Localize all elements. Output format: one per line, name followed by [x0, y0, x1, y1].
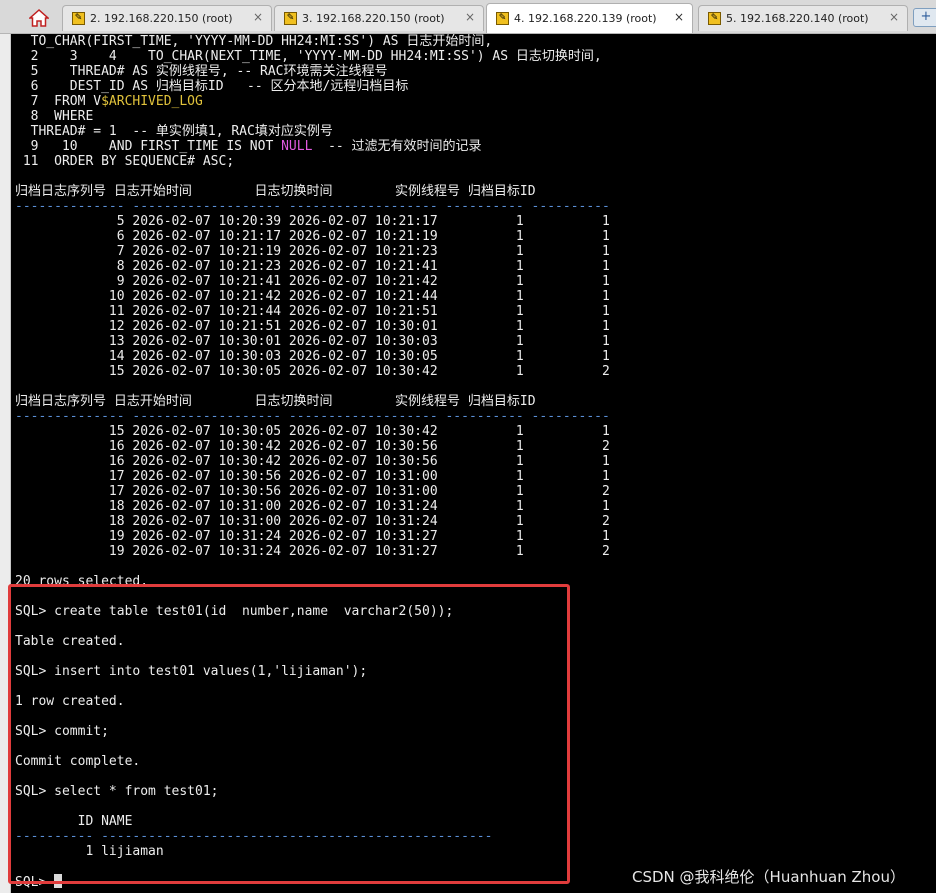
result-separator: -------------- ------------------- -----… — [15, 199, 610, 214]
view-name: $ARCHIVED_LOG — [101, 94, 203, 109]
close-icon[interactable]: × — [674, 10, 684, 24]
sql-prompt[interactable]: SQL> — [15, 874, 63, 890]
prompt-text: SQL> — [15, 875, 55, 890]
terminal-output[interactable]: TO_CHAR(FIRST_TIME, 'YYYY-MM-DD HH24:MI:… — [11, 34, 936, 893]
sql-feedback: Commit complete. — [15, 754, 141, 769]
table-row: 19 2026-02-07 10:31:24 2026-02-07 10:31:… — [15, 529, 610, 544]
table-row: 6 2026-02-07 10:21:17 2026-02-07 10:21:1… — [15, 229, 610, 244]
tab-5[interactable]: ✎ 5. 192.168.220.140 (root) × — [698, 5, 908, 31]
table-row: 15 2026-02-07 10:30:05 2026-02-07 10:30:… — [15, 424, 610, 439]
close-icon[interactable]: × — [465, 10, 475, 24]
tab-label: 5. 192.168.220.140 (root) — [726, 12, 869, 25]
close-icon[interactable]: × — [253, 10, 263, 24]
sql-command: SQL> select * from test01; — [15, 784, 219, 799]
query-line: 2 3 4 TO_CHAR(NEXT_TIME, 'YYYY-MM-DD HH2… — [15, 49, 602, 64]
query-line: 8 WHERE — [15, 109, 94, 124]
table-row: 11 2026-02-07 10:21:44 2026-02-07 10:21:… — [15, 304, 610, 319]
query-line: 7 FROM V$ARCHIVED_LOG — [15, 94, 203, 109]
sql-command: SQL> create table test01(id number,name … — [15, 604, 454, 619]
table-row: 14 2026-02-07 10:30:03 2026-02-07 10:30:… — [15, 349, 610, 364]
sql-command: SQL> commit; — [15, 724, 109, 739]
table-row: 8 2026-02-07 10:21:23 2026-02-07 10:21:4… — [15, 259, 610, 274]
tab-2[interactable]: ✎ 2. 192.168.220.150 (root) × — [62, 5, 272, 31]
table-row: 17 2026-02-07 10:30:56 2026-02-07 10:31:… — [15, 484, 610, 499]
table-row: 12 2026-02-07 10:21:51 2026-02-07 10:30:… — [15, 319, 610, 334]
query-text: 9 10 AND FIRST_TIME IS NOT — [15, 139, 282, 154]
result-separator: -------------- ------------------- -----… — [15, 409, 610, 424]
table-row: 18 2026-02-07 10:31:00 2026-02-07 10:31:… — [15, 514, 610, 529]
home-tab[interactable] — [22, 4, 56, 31]
query-line: 6 DEST_ID AS 归档目标ID -- 区分本地/远程归档目标 — [15, 79, 409, 94]
query-text: 7 FROM V — [15, 94, 102, 109]
key-icon: ✎ — [708, 12, 721, 25]
separator-id: ---------- — [15, 829, 94, 844]
table-row: 7 2026-02-07 10:21:19 2026-02-07 10:21:2… — [15, 244, 610, 259]
new-tab-icon[interactable]: + — [913, 8, 936, 27]
table-row: 13 2026-02-07 10:30:01 2026-02-07 10:30:… — [15, 334, 610, 349]
query-line: 11 ORDER BY SEQUENCE# ASC; — [15, 154, 235, 169]
sql-command: SQL> insert into test01 values(1,'lijiam… — [15, 664, 368, 679]
result-header: 归档日志序列号 日志开始时间 日志切换时间 实例线程号 归档目标ID — [15, 184, 536, 199]
null-keyword: NULL — [281, 139, 313, 154]
result-header: 归档日志序列号 日志开始时间 日志切换时间 实例线程号 归档目标ID — [15, 394, 536, 409]
table-row: 16 2026-02-07 10:30:42 2026-02-07 10:30:… — [15, 454, 610, 469]
tab-4[interactable]: ✎ 4. 192.168.220.139 (root) × — [486, 3, 693, 33]
table-row: 5 2026-02-07 10:20:39 2026-02-07 10:21:1… — [15, 214, 610, 229]
table-row: 19 2026-02-07 10:31:24 2026-02-07 10:31:… — [15, 544, 610, 559]
home-icon — [29, 8, 49, 27]
tab-label: 4. 192.168.220.139 (root) — [514, 12, 657, 25]
close-icon[interactable]: × — [889, 10, 899, 24]
left-panel-edge — [0, 34, 11, 893]
tab-label: 3. 192.168.220.150 (root) — [302, 12, 445, 25]
sql-feedback: Table created. — [15, 634, 125, 649]
table-row: 9 2026-02-07 10:21:41 2026-02-07 10:21:4… — [15, 274, 610, 289]
sql-feedback: 1 row created. — [15, 694, 125, 709]
select-result-header: ID NAME — [15, 814, 133, 829]
table-row: 10 2026-02-07 10:21:42 2026-02-07 10:21:… — [15, 289, 610, 304]
tab-bar: ✎ 2. 192.168.220.150 (root) × ✎ 3. 192.1… — [0, 0, 936, 34]
rows-selected-status: 20 rows selected. — [15, 574, 149, 589]
table-row: 16 2026-02-07 10:30:42 2026-02-07 10:30:… — [15, 439, 610, 454]
table-row: 15 2026-02-07 10:30:05 2026-02-07 10:30:… — [15, 364, 610, 379]
query-line: THREAD# = 1 -- 单实例填1, RAC填对应实例号 — [15, 124, 333, 139]
query-line: 9 10 AND FIRST_TIME IS NOT NULL -- 过滤无有效… — [15, 139, 482, 154]
tab-label: 2. 192.168.220.150 (root) — [90, 12, 233, 25]
separator-name: ----------------------------------------… — [101, 829, 493, 844]
select-result-separator: ---------- -----------------------------… — [15, 829, 492, 844]
text-cursor — [54, 874, 63, 888]
query-line: 5 THREAD# AS 实例线程号, -- RAC环境需关注线程号 — [15, 64, 388, 79]
table-row: 18 2026-02-07 10:31:00 2026-02-07 10:31:… — [15, 499, 610, 514]
key-icon: ✎ — [284, 12, 297, 25]
key-icon: ✎ — [496, 12, 509, 25]
watermark: CSDN @我科绝伦（Huanhuan Zhou） — [632, 868, 905, 886]
select-result-row: 1 lijiaman — [15, 844, 164, 859]
query-comment: -- 过滤无有效时间的记录 — [312, 139, 482, 154]
query-line: TO_CHAR(FIRST_TIME, 'YYYY-MM-DD HH24:MI:… — [15, 34, 493, 49]
key-icon: ✎ — [72, 12, 85, 25]
tab-3[interactable]: ✎ 3. 192.168.220.150 (root) × — [274, 5, 484, 31]
table-row: 17 2026-02-07 10:30:56 2026-02-07 10:31:… — [15, 469, 610, 484]
